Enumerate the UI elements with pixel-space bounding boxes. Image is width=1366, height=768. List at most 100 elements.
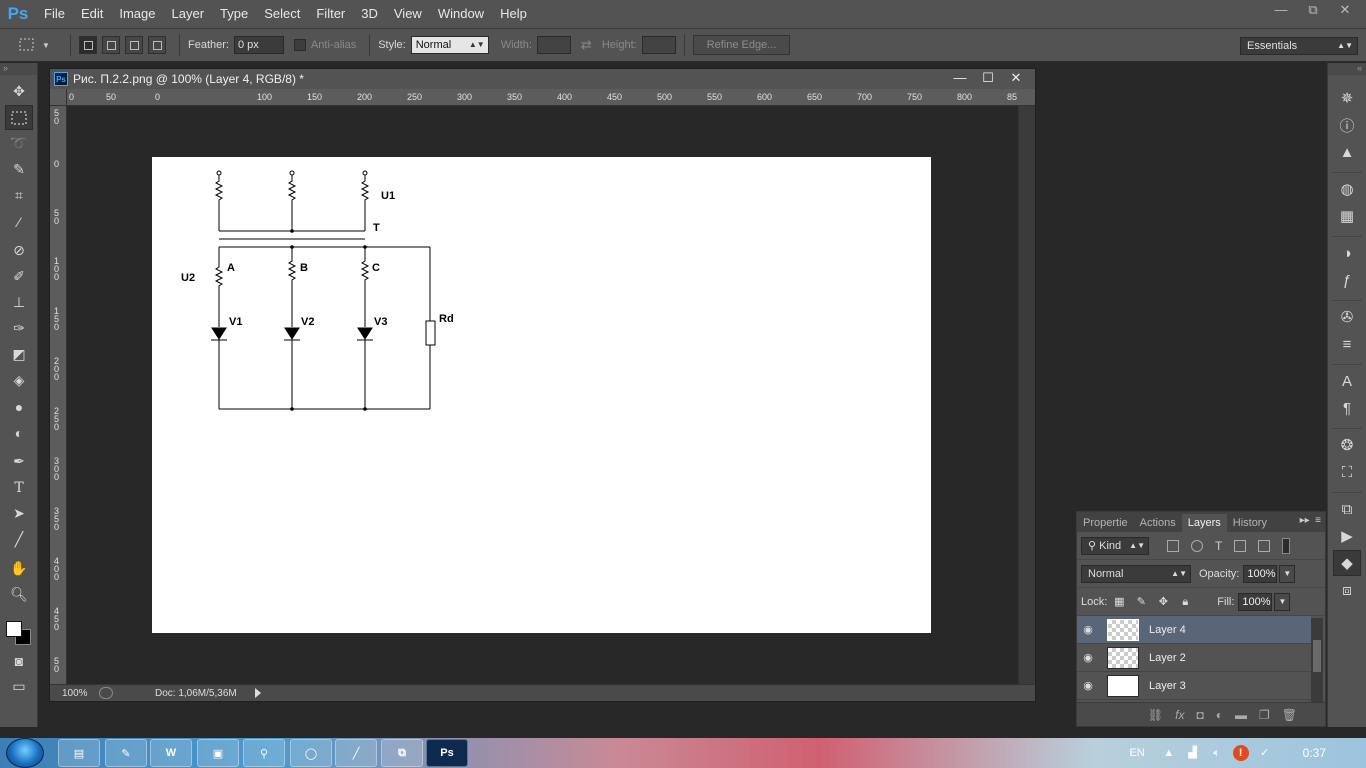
add-mask-icon[interactable]: ◘: [1197, 708, 1204, 722]
adjustment-filter-icon[interactable]: [1191, 539, 1203, 552]
zoom-level[interactable]: 100%: [50, 688, 96, 699]
filter-toggle-icon[interactable]: [1282, 537, 1291, 554]
menu-view[interactable]: View: [386, 0, 430, 28]
alert-icon[interactable]: !: [1232, 745, 1249, 761]
line-tool[interactable]: ╱: [5, 527, 33, 552]
style-select[interactable]: Normal ▲▼: [410, 36, 489, 54]
start-button[interactable]: [6, 738, 44, 768]
tray-expand-icon[interactable]: ▲: [1161, 745, 1177, 761]
swap-icon[interactable]: ⇄: [581, 37, 592, 53]
word-icon[interactable]: W: [150, 739, 192, 767]
brush-icon[interactable]: ≡: [1333, 331, 1361, 357]
lock-all-icon[interactable]: 🔒︎: [1179, 596, 1191, 608]
layer-row[interactable]: ◉ Layer 4: [1077, 616, 1311, 644]
tool-preset-picker[interactable]: ▼: [18, 33, 62, 57]
network-icon[interactable]: ⧉: [381, 739, 423, 767]
intersect-selection-button[interactable]: [148, 36, 166, 54]
character-icon[interactable]: A: [1333, 368, 1361, 394]
lock-position-icon[interactable]: ✥: [1157, 596, 1169, 608]
opacity-input[interactable]: 100%: [1243, 564, 1278, 583]
blend-mode-select[interactable]: Normal ▲▼: [1081, 564, 1191, 583]
signal-icon[interactable]: ▟: [1185, 745, 1201, 761]
explorer-icon[interactable]: ▤: [58, 739, 100, 767]
histogram-icon[interactable]: ▲: [1333, 139, 1361, 165]
horizontal-ruler[interactable]: 0 50 0 100 150 200 250 300 350 400 450 5…: [67, 89, 1035, 106]
crop-tool[interactable]: ⌗: [5, 183, 33, 208]
ruler-origin[interactable]: [50, 89, 67, 106]
document-canvas[interactable]: U1 T U2 A B C V1 V2 V3 Rd: [152, 157, 931, 633]
menu-help[interactable]: Help: [492, 0, 535, 28]
photoshop-icon[interactable]: Ps: [426, 739, 468, 767]
shape-filter-icon[interactable]: [1234, 539, 1247, 552]
doc-close-button[interactable]: ✕: [1003, 69, 1029, 87]
menu-edit[interactable]: Edit: [73, 0, 111, 28]
adjustments-icon[interactable]: ◑: [1333, 240, 1361, 266]
zoom-tool[interactable]: 🔍︎: [5, 582, 33, 607]
document-tab[interactable]: Ps Рис. П.2.2.png @ 100% (Layer 4, RGB/8…: [50, 69, 1035, 89]
workspace-select[interactable]: Essentials ▲▼: [1240, 37, 1358, 55]
clock[interactable]: 0:37: [1303, 746, 1326, 760]
screen-mode-button[interactable]: ▭: [5, 674, 33, 699]
gradient-tool[interactable]: ◈: [5, 368, 33, 393]
quick-select-tool[interactable]: ✎: [5, 157, 33, 182]
fill-input[interactable]: 100%: [1238, 592, 1273, 611]
hand-tool[interactable]: ✋: [5, 556, 33, 581]
eraser-tool[interactable]: ◩: [5, 342, 33, 367]
status-menu-arrow-icon[interactable]: [255, 688, 261, 698]
paragraph-icon[interactable]: ¶: [1333, 395, 1361, 421]
new-adjustment-icon[interactable]: ◐: [1216, 708, 1223, 722]
path-select-tool[interactable]: ➤: [5, 501, 33, 526]
link-layers-icon[interactable]: ⛓: [1148, 708, 1163, 722]
collapse-icon[interactable]: »: [0, 63, 37, 75]
lasso-tool[interactable]: ➰: [5, 131, 33, 156]
type-filter-icon[interactable]: T: [1215, 539, 1222, 553]
menu-type[interactable]: Type: [212, 0, 256, 28]
layers-scrollbar[interactable]: [1311, 618, 1323, 704]
height-input[interactable]: [641, 36, 676, 54]
tab-history[interactable]: History: [1227, 514, 1273, 532]
clone-stamp-tool[interactable]: ⊥: [5, 290, 33, 315]
new-layer-icon[interactable]: ❐: [1259, 708, 1270, 722]
eye-icon[interactable]: ◉: [1077, 679, 1099, 692]
app-minimize-button[interactable]: —: [1268, 0, 1294, 20]
tab-properties[interactable]: Propertie: [1077, 514, 1134, 532]
menu-layer[interactable]: Layer: [164, 0, 213, 28]
color-swatches[interactable]: [0, 613, 36, 647]
channels-icon[interactable]: ❂: [1333, 432, 1361, 458]
menu-select[interactable]: Select: [256, 0, 308, 28]
menu-image[interactable]: Image: [111, 0, 163, 28]
app-restore-button[interactable]: ⧉: [1300, 0, 1326, 20]
add-to-selection-button[interactable]: [102, 36, 120, 54]
menu-3d[interactable]: 3D: [353, 0, 386, 28]
actions-icon[interactable]: ▶: [1333, 523, 1361, 549]
foreground-color[interactable]: [6, 621, 22, 637]
volume-icon[interactable]: 🔈︎: [1209, 745, 1225, 761]
trash-icon[interactable]: 🗑︎: [1282, 708, 1297, 722]
status-info-icon[interactable]: [99, 687, 113, 699]
3d-icon[interactable]: ⧉: [1333, 496, 1361, 522]
info-icon[interactable]: ⓘ: [1333, 112, 1361, 138]
eye-icon[interactable]: ◉: [1077, 623, 1099, 636]
width-input[interactable]: [536, 36, 571, 54]
color-icon[interactable]: ◍: [1333, 176, 1361, 202]
brush-presets-icon[interactable]: ✇: [1333, 304, 1361, 330]
pen-tool[interactable]: ✒: [5, 449, 33, 474]
history-brush-tool[interactable]: ✑: [5, 316, 33, 341]
subtract-from-selection-button[interactable]: [125, 36, 143, 54]
antialias-checkbox[interactable]: [293, 39, 306, 51]
fx-icon[interactable]: fx: [1175, 708, 1184, 722]
feather-input[interactable]: 0 px: [233, 36, 284, 54]
collapse-icon[interactable]: «: [1328, 63, 1366, 75]
menu-window[interactable]: Window: [430, 0, 492, 28]
eyedropper-tool[interactable]: ⁄: [5, 209, 33, 234]
vertical-ruler[interactable]: 5 0 0 5 0 1 0 0 1 5 0 2 0 0 2 5 0 3 0 0 …: [50, 106, 67, 684]
kind-filter-select[interactable]: ⚲ Kind ▲▼: [1081, 536, 1149, 555]
doc-restore-button[interactable]: ☐: [975, 69, 1001, 87]
lock-transparent-icon[interactable]: ▦: [1113, 596, 1125, 608]
navigator-icon[interactable]: ✵: [1333, 85, 1361, 111]
search-icon[interactable]: ⚲: [243, 739, 285, 767]
pen-icon[interactable]: ╱: [335, 739, 377, 767]
opacity-dropdown-icon[interactable]: ▼: [1279, 564, 1296, 583]
tab-actions[interactable]: Actions: [1134, 514, 1182, 532]
opera-icon[interactable]: ◯: [290, 739, 332, 767]
